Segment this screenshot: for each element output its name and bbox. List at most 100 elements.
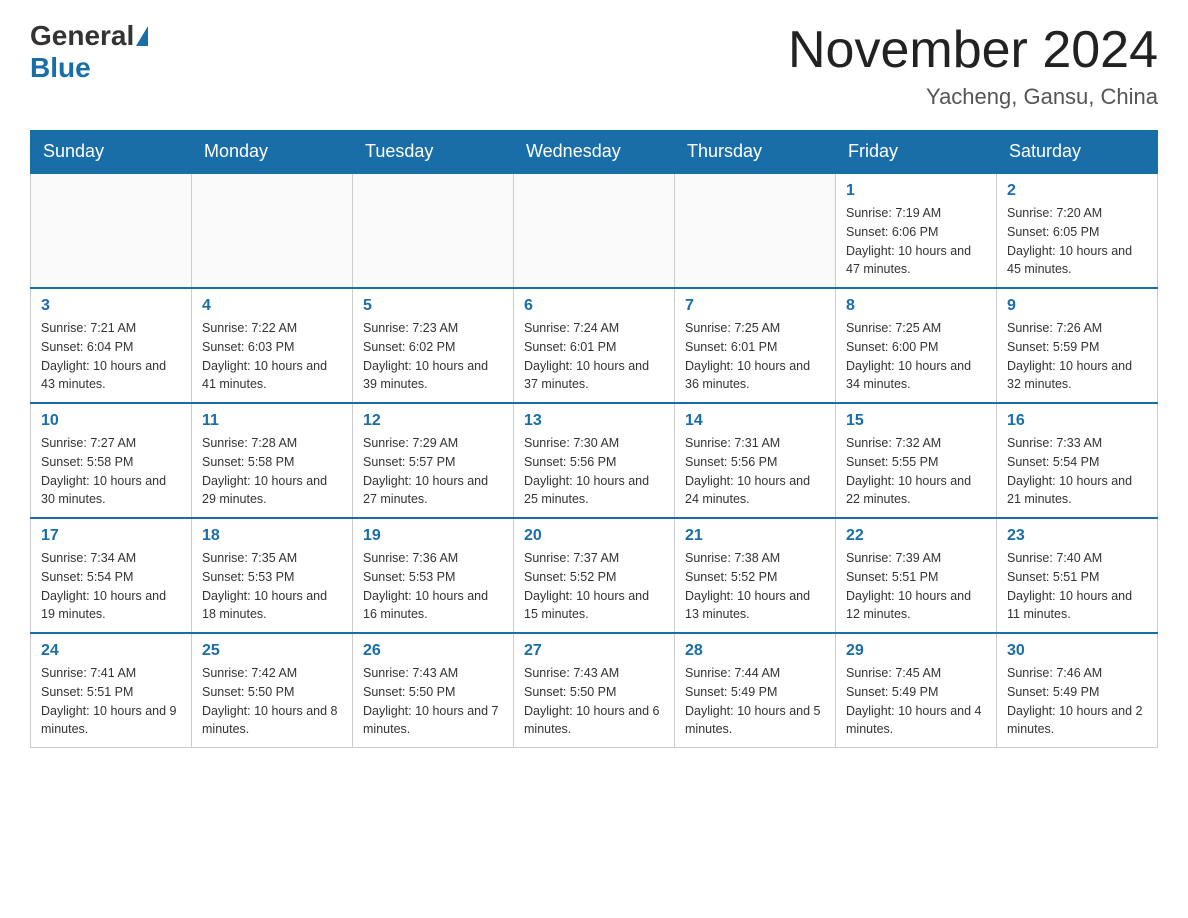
calendar-cell: 13 Sunrise: 7:30 AMSunset: 5:56 PMDayligh… [514,403,675,518]
logo-general-text: General [30,20,134,52]
calendar-cell: 1Sunrise: 7:19 AMSunset: 6:06 PMDaylight… [836,173,997,288]
week-row-3: 10 Sunrise: 7:27 AMSunset: 5:58 PMDayligh… [31,403,1158,518]
calendar-cell: 12 Sunrise: 7:29 AMSunset: 5:57 PMDayligh… [353,403,514,518]
day-info: Sunrise: 7:43 AMSunset: 5:50 PMDaylight:… [524,664,664,739]
week-row-2: 3 Sunrise: 7:21 AMSunset: 6:04 PMDaylight… [31,288,1158,403]
calendar-cell: 30 Sunrise: 7:46 AMSunset: 5:49 PMDayligh… [997,633,1158,748]
day-number: 1 [846,182,986,200]
day-number: 25 [202,642,342,660]
day-info: Sunrise: 7:46 AMSunset: 5:49 PMDaylight:… [1007,664,1147,739]
calendar-cell [514,173,675,288]
day-number: 21 [685,527,825,545]
day-number: 11 [202,412,342,430]
day-number: 9 [1007,297,1147,315]
calendar-body: 1Sunrise: 7:19 AMSunset: 6:06 PMDaylight… [31,173,1158,748]
week-row-5: 24 Sunrise: 7:41 AMSunset: 5:51 PMDayligh… [31,633,1158,748]
location: Yacheng, Gansu, China [788,84,1158,110]
day-info: Sunrise: 7:30 AMSunset: 5:56 PMDaylight:… [524,434,664,509]
day-number: 20 [524,527,664,545]
day-info: Sunrise: 7:38 AMSunset: 5:52 PMDaylight:… [685,549,825,624]
calendar-cell: 6Sunrise: 7:24 AMSunset: 6:01 PMDaylight… [514,288,675,403]
day-number: 22 [846,527,986,545]
day-info: Sunrise: 7:34 AMSunset: 5:54 PMDaylight:… [41,549,181,624]
day-info: Sunrise: 7:25 AMSunset: 6:01 PMDaylight:… [685,319,825,394]
header-thursday: Thursday [675,131,836,174]
day-number: 27 [524,642,664,660]
day-info: Sunrise: 7:31 AMSunset: 5:56 PMDaylight:… [685,434,825,509]
header-friday: Friday [836,131,997,174]
day-info: Sunrise: 7:33 AMSunset: 5:54 PMDaylight:… [1007,434,1147,509]
day-info: Sunrise: 7:39 AMSunset: 5:51 PMDaylight:… [846,549,986,624]
day-info: Sunrise: 7:27 AMSunset: 5:58 PMDaylight:… [41,434,181,509]
day-number: 5 [363,297,503,315]
calendar-cell: 19 Sunrise: 7:36 AMSunset: 5:53 PMDayligh… [353,518,514,633]
calendar-cell: 8 Sunrise: 7:25 AMSunset: 6:00 PMDaylight… [836,288,997,403]
day-info: Sunrise: 7:44 AMSunset: 5:49 PMDaylight:… [685,664,825,739]
calendar-cell: 27 Sunrise: 7:43 AMSunset: 5:50 PMDayligh… [514,633,675,748]
day-number: 30 [1007,642,1147,660]
calendar-cell: 20 Sunrise: 7:37 AMSunset: 5:52 PMDayligh… [514,518,675,633]
calendar-cell: 29 Sunrise: 7:45 AMSunset: 5:49 PMDayligh… [836,633,997,748]
page-header: General Blue November 2024 Yacheng, Gans… [30,20,1158,110]
calendar-cell: 11 Sunrise: 7:28 AMSunset: 5:58 PMDayligh… [192,403,353,518]
day-info: Sunrise: 7:43 AMSunset: 5:50 PMDaylight:… [363,664,503,739]
month-title: November 2024 [788,20,1158,80]
calendar-cell: 25Sunrise: 7:42 AMSunset: 5:50 PMDayligh… [192,633,353,748]
calendar-cell: 4 Sunrise: 7:22 AMSunset: 6:03 PMDaylight… [192,288,353,403]
calendar-cell: 2 Sunrise: 7:20 AMSunset: 6:05 PMDaylight… [997,173,1158,288]
calendar-cell: 17Sunrise: 7:34 AMSunset: 5:54 PMDayligh… [31,518,192,633]
day-number: 3 [41,297,181,315]
day-info: Sunrise: 7:22 AMSunset: 6:03 PMDaylight:… [202,319,342,394]
day-number: 12 [363,412,503,430]
day-info: Sunrise: 7:23 AMSunset: 6:02 PMDaylight:… [363,319,503,394]
calendar-table: SundayMondayTuesdayWednesdayThursdayFrid… [30,130,1158,748]
day-info: Sunrise: 7:28 AMSunset: 5:58 PMDaylight:… [202,434,342,509]
calendar-cell: 21 Sunrise: 7:38 AMSunset: 5:52 PMDayligh… [675,518,836,633]
calendar-cell: 9 Sunrise: 7:26 AMSunset: 5:59 PMDaylight… [997,288,1158,403]
day-number: 18 [202,527,342,545]
day-number: 13 [524,412,664,430]
calendar-cell: 18 Sunrise: 7:35 AMSunset: 5:53 PMDayligh… [192,518,353,633]
calendar-cell [353,173,514,288]
calendar-cell: 5 Sunrise: 7:23 AMSunset: 6:02 PMDaylight… [353,288,514,403]
week-row-1: 1Sunrise: 7:19 AMSunset: 6:06 PMDaylight… [31,173,1158,288]
logo-blue-text: Blue [30,52,91,83]
day-number: 14 [685,412,825,430]
day-number: 16 [1007,412,1147,430]
day-info: Sunrise: 7:25 AMSunset: 6:00 PMDaylight:… [846,319,986,394]
calendar-cell: 16 Sunrise: 7:33 AMSunset: 5:54 PMDayligh… [997,403,1158,518]
day-info: Sunrise: 7:37 AMSunset: 5:52 PMDaylight:… [524,549,664,624]
day-number: 19 [363,527,503,545]
calendar-cell [31,173,192,288]
day-info: Sunrise: 7:35 AMSunset: 5:53 PMDaylight:… [202,549,342,624]
day-info: Sunrise: 7:45 AMSunset: 5:49 PMDaylight:… [846,664,986,739]
day-info: Sunrise: 7:36 AMSunset: 5:53 PMDaylight:… [363,549,503,624]
day-info: Sunrise: 7:20 AMSunset: 6:05 PMDaylight:… [1007,204,1147,279]
day-number: 28 [685,642,825,660]
calendar-cell: 28 Sunrise: 7:44 AMSunset: 5:49 PMDayligh… [675,633,836,748]
header-tuesday: Tuesday [353,131,514,174]
day-number: 8 [846,297,986,315]
day-number: 29 [846,642,986,660]
calendar-cell: 23Sunrise: 7:40 AMSunset: 5:51 PMDayligh… [997,518,1158,633]
calendar-cell: 10 Sunrise: 7:27 AMSunset: 5:58 PMDayligh… [31,403,192,518]
calendar-cell [192,173,353,288]
calendar-cell [675,173,836,288]
day-info: Sunrise: 7:29 AMSunset: 5:57 PMDaylight:… [363,434,503,509]
header-sunday: Sunday [31,131,192,174]
day-number: 4 [202,297,342,315]
calendar-cell: 14 Sunrise: 7:31 AMSunset: 5:56 PMDayligh… [675,403,836,518]
day-number: 10 [41,412,181,430]
header-saturday: Saturday [997,131,1158,174]
day-number: 23 [1007,527,1147,545]
day-number: 2 [1007,182,1147,200]
day-number: 7 [685,297,825,315]
day-info: Sunrise: 7:26 AMSunset: 5:59 PMDaylight:… [1007,319,1147,394]
day-number: 26 [363,642,503,660]
day-info: Sunrise: 7:21 AMSunset: 6:04 PMDaylight:… [41,319,181,394]
week-row-4: 17Sunrise: 7:34 AMSunset: 5:54 PMDayligh… [31,518,1158,633]
day-number: 24 [41,642,181,660]
calendar-cell: 26 Sunrise: 7:43 AMSunset: 5:50 PMDayligh… [353,633,514,748]
day-info: Sunrise: 7:41 AMSunset: 5:51 PMDaylight:… [41,664,181,739]
day-info: Sunrise: 7:32 AMSunset: 5:55 PMDaylight:… [846,434,986,509]
